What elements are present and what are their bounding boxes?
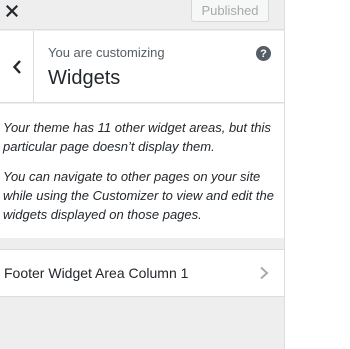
customizing-label: You are customizing <box>48 45 165 60</box>
close-button[interactable] <box>0 0 24 22</box>
description-paragraph: You can navigate to other pages on your … <box>3 169 274 222</box>
section-description: Your theme has 11 other widget areas, bu… <box>0 104 284 238</box>
close-icon <box>6 5 18 17</box>
widget-area-label: Footer Widget Area Column 1 <box>4 265 189 281</box>
description-paragraph: Your theme has 11 other widget areas, bu… <box>3 120 271 154</box>
section-header: You are customizing Widgets ? <box>0 31 284 103</box>
customizer-panel: Published You are customizing Widgets ? … <box>0 0 285 349</box>
customizer-topbar: Published <box>0 0 284 30</box>
publish-button[interactable]: Published <box>191 0 269 22</box>
chevron-left-icon <box>12 59 21 74</box>
widget-area-footer-column-1[interactable]: Footer Widget Area Column 1 <box>0 249 284 297</box>
help-icon[interactable]: ? <box>256 46 271 61</box>
page-title: Widgets <box>48 67 121 89</box>
chevron-right-icon <box>260 266 269 280</box>
back-button[interactable] <box>0 31 34 102</box>
